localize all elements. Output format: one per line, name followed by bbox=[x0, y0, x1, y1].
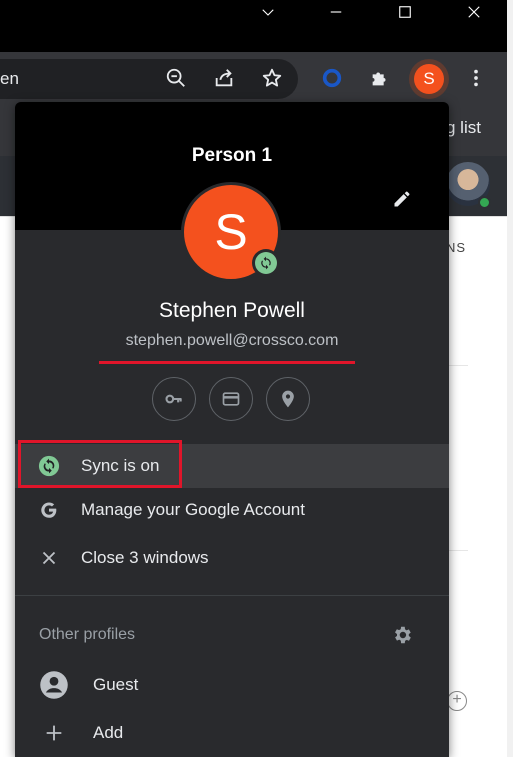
card-icon bbox=[222, 392, 240, 406]
bookmark-partial-label[interactable]: g list bbox=[446, 118, 481, 138]
chevron-down-icon bbox=[262, 9, 274, 16]
chrome-menu-button[interactable] bbox=[464, 66, 488, 90]
profile-avatar: S bbox=[414, 64, 444, 94]
add-profile-item[interactable]: Add bbox=[15, 711, 449, 755]
window-title-bar bbox=[0, 0, 513, 52]
online-status-dot bbox=[478, 196, 491, 209]
address-bar[interactable]: en bbox=[0, 59, 298, 99]
zoom-out-icon bbox=[166, 68, 185, 87]
tab-search-button[interactable] bbox=[248, 0, 288, 24]
window-close-button[interactable] bbox=[454, 0, 494, 24]
profile-button[interactable]: S bbox=[409, 59, 449, 99]
popup-divider bbox=[15, 595, 449, 596]
puzzle-icon bbox=[372, 72, 386, 86]
manage-account-menu-item[interactable]: Manage your Google Account bbox=[15, 488, 449, 532]
manage-profiles-button[interactable] bbox=[389, 622, 415, 648]
minimize-button[interactable] bbox=[316, 0, 356, 24]
maximize-button[interactable] bbox=[385, 0, 425, 24]
x-icon bbox=[37, 546, 61, 570]
minimize-icon bbox=[330, 11, 342, 13]
user-email: stephen.powell@crossco.com bbox=[125, 332, 339, 349]
other-profiles-heading: Other profiles bbox=[39, 626, 136, 643]
profile-title: Person 1 bbox=[191, 145, 273, 166]
user-name: Stephen Powell bbox=[159, 299, 305, 322]
add-label: Add bbox=[93, 723, 124, 742]
guest-label: Guest bbox=[93, 675, 139, 694]
gear-icon bbox=[395, 626, 411, 644]
extension-button[interactable] bbox=[320, 66, 344, 90]
kebab-icon bbox=[474, 69, 478, 87]
addresses-button[interactable] bbox=[266, 377, 310, 421]
pencil-icon bbox=[394, 191, 410, 207]
extensions-menu-button[interactable] bbox=[368, 66, 392, 90]
browser-toolbar: en S bbox=[0, 52, 513, 108]
sync-badge bbox=[252, 249, 280, 277]
pin-icon bbox=[282, 390, 294, 408]
profile-menu-popup: Person 1 S Stephen Powell stephen.powell… bbox=[15, 102, 449, 757]
close-windows-menu-item[interactable]: Close 3 windows bbox=[15, 536, 449, 580]
bookmark-star-button[interactable] bbox=[260, 66, 284, 90]
payment-methods-button[interactable] bbox=[209, 377, 253, 421]
passwords-button[interactable] bbox=[152, 377, 196, 421]
zoom-button[interactable] bbox=[164, 66, 188, 90]
page-divider bbox=[448, 550, 468, 551]
page-divider bbox=[448, 365, 468, 366]
extension-ring-icon bbox=[322, 68, 342, 88]
page-tab-partial[interactable]: NS bbox=[446, 240, 466, 255]
sync-icon bbox=[261, 256, 271, 270]
address-text: en bbox=[0, 69, 19, 88]
email-red-underline bbox=[99, 361, 355, 364]
maximize-icon bbox=[399, 6, 411, 18]
plus-circle-icon[interactable]: + bbox=[447, 691, 467, 711]
person-icon bbox=[39, 670, 69, 700]
guest-profile-item[interactable]: Guest bbox=[15, 663, 449, 707]
close-windows-label: Close 3 windows bbox=[81, 548, 209, 567]
plus-icon bbox=[39, 718, 69, 748]
star-icon bbox=[262, 68, 282, 87]
google-g-icon bbox=[37, 498, 61, 522]
edit-profile-button[interactable] bbox=[389, 186, 415, 212]
sync-red-highlight-box bbox=[18, 440, 182, 488]
key-icon bbox=[165, 394, 182, 404]
share-button[interactable] bbox=[212, 66, 236, 90]
close-icon bbox=[468, 6, 480, 18]
share-icon bbox=[215, 69, 233, 87]
page-scrollbar[interactable] bbox=[507, 0, 513, 757]
manage-account-label: Manage your Google Account bbox=[81, 500, 305, 519]
